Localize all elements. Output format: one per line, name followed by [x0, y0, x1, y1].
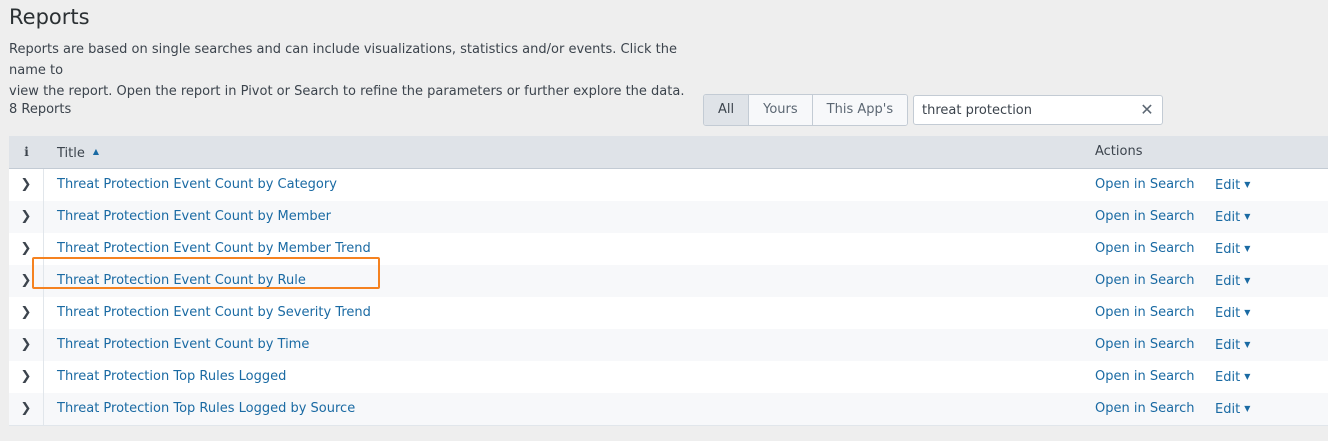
table-header: i Title ▲ Actions: [9, 136, 1328, 169]
edit-label: Edit: [1215, 210, 1241, 225]
open-in-search-link[interactable]: Open in Search: [1095, 233, 1195, 265]
search-input[interactable]: [922, 101, 1132, 119]
open-in-search-link[interactable]: Open in Search: [1095, 329, 1195, 361]
table-bottom-divider: [9, 425, 1328, 426]
reports-page: Reports Reports are based on single sear…: [0, 0, 1328, 441]
edit-menu-button[interactable]: Edit ▼: [1215, 201, 1250, 233]
caret-down-icon: ▼: [1244, 180, 1251, 189]
caret-down-icon: ▼: [1244, 308, 1251, 317]
edit-label: Edit: [1215, 306, 1241, 321]
chevron-right-icon[interactable]: ❯: [9, 361, 44, 393]
actions-column-header: Actions: [1095, 144, 1143, 159]
table-row: ❯ Threat Protection Top Rules Logged Open …: [9, 361, 1328, 393]
filter-tab-this-app[interactable]: This App's: [812, 95, 908, 125]
page-title: Reports: [9, 5, 90, 29]
edit-menu-button[interactable]: Edit ▼: [1215, 169, 1250, 201]
close-icon[interactable]: ✕: [1140, 101, 1154, 119]
caret-down-icon: ▼: [1244, 276, 1251, 285]
report-title-link[interactable]: Threat Protection Event Count by Time: [57, 329, 309, 361]
report-title-link[interactable]: Threat Protection Event Count by Member: [57, 201, 331, 233]
report-title-link[interactable]: Threat Protection Top Rules Logged by So…: [57, 393, 355, 425]
edit-label: Edit: [1215, 370, 1241, 385]
page-description: Reports are based on single searches and…: [9, 39, 709, 102]
edit-label: Edit: [1215, 338, 1241, 353]
title-column-header[interactable]: Title ▲: [57, 136, 99, 168]
report-title-link[interactable]: Threat Protection Event Count by Severit…: [57, 297, 371, 329]
chevron-right-icon[interactable]: ❯: [9, 233, 44, 265]
info-column-header: i: [24, 145, 29, 159]
caret-down-icon: ▼: [1244, 404, 1251, 413]
table-row: ❯ Threat Protection Event Count by Severi…: [9, 297, 1328, 329]
description-line-2: view the report. Open the report in Pivo…: [9, 84, 685, 99]
table-row: ❯ Threat Protection Event Count by Catego…: [9, 169, 1328, 201]
edit-label: Edit: [1215, 242, 1241, 257]
edit-menu-button[interactable]: Edit ▼: [1215, 361, 1250, 393]
ownership-filter: All Yours This App's: [703, 94, 909, 126]
report-title-link[interactable]: Threat Protection Event Count by Categor…: [57, 169, 337, 201]
edit-menu-button[interactable]: Edit ▼: [1215, 265, 1250, 297]
open-in-search-link[interactable]: Open in Search: [1095, 169, 1195, 201]
search-filter: ✕: [913, 95, 1163, 125]
filter-tab-yours[interactable]: Yours: [749, 95, 813, 125]
open-in-search-link[interactable]: Open in Search: [1095, 201, 1195, 233]
table-row: ❯ Threat Protection Event Count by Member…: [9, 201, 1328, 233]
edit-menu-button[interactable]: Edit ▼: [1215, 233, 1250, 265]
reports-count: 8 Reports: [9, 102, 72, 117]
table-row: ❯ Threat Protection Event Count by Rule Op…: [9, 265, 1328, 297]
caret-down-icon: ▼: [1244, 340, 1251, 349]
chevron-right-icon[interactable]: ❯: [9, 393, 44, 425]
report-title-link[interactable]: Threat Protection Event Count by Rule: [57, 265, 306, 297]
sort-ascending-icon: ▲: [92, 147, 100, 156]
title-column-label: Title: [57, 146, 85, 161]
report-title-link[interactable]: Threat Protection Top Rules Logged: [57, 361, 286, 393]
chevron-right-icon[interactable]: ❯: [9, 265, 44, 297]
table-row: ❯ Threat Protection Top Rules Logged by S…: [9, 393, 1328, 425]
edit-menu-button[interactable]: Edit ▼: [1215, 329, 1250, 361]
open-in-search-link[interactable]: Open in Search: [1095, 361, 1195, 393]
chevron-right-icon[interactable]: ❯: [9, 329, 44, 361]
edit-menu-button[interactable]: Edit ▼: [1215, 297, 1250, 329]
open-in-search-link[interactable]: Open in Search: [1095, 297, 1195, 329]
edit-label: Edit: [1215, 402, 1241, 417]
caret-down-icon: ▼: [1244, 244, 1251, 253]
filter-tab-all[interactable]: All: [704, 95, 750, 125]
edit-menu-button[interactable]: Edit ▼: [1215, 393, 1250, 425]
reports-table: i Title ▲ Actions ❯ Threat Protection Even…: [9, 136, 1328, 426]
chevron-right-icon[interactable]: ❯: [9, 297, 44, 329]
table-row: ❯ Threat Protection Event Count by Member…: [9, 233, 1328, 265]
chevron-right-icon[interactable]: ❯: [9, 169, 44, 201]
open-in-search-link[interactable]: Open in Search: [1095, 393, 1195, 425]
edit-label: Edit: [1215, 178, 1241, 193]
caret-down-icon: ▼: [1244, 372, 1251, 381]
open-in-search-link[interactable]: Open in Search: [1095, 265, 1195, 297]
table-body: ❯ Threat Protection Event Count by Catego…: [9, 169, 1328, 425]
caret-down-icon: ▼: [1244, 212, 1251, 221]
description-line-1: Reports are based on single searches and…: [9, 42, 677, 78]
edit-label: Edit: [1215, 274, 1241, 289]
report-title-link[interactable]: Threat Protection Event Count by Member …: [57, 233, 371, 265]
table-row: ❯ Threat Protection Event Count by Time Op…: [9, 329, 1328, 361]
chevron-right-icon[interactable]: ❯: [9, 201, 44, 233]
